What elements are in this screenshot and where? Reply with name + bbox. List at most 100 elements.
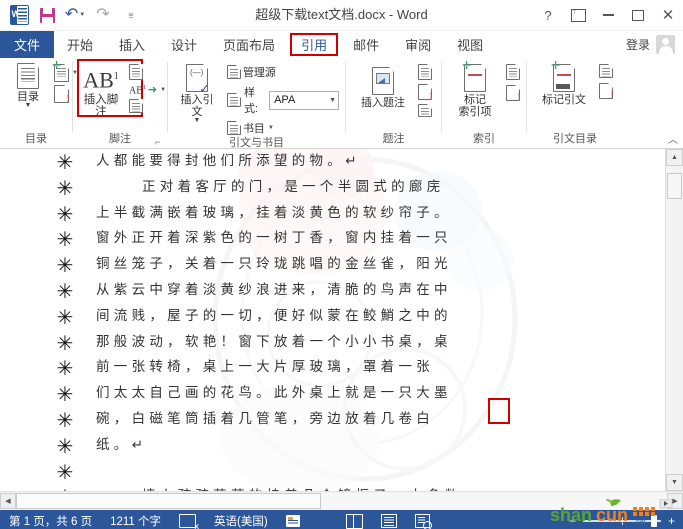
document-line[interactable]: 铜 丝 笼 子 ， 关 着 一 只 玲 珑 跳 唱 的 金 丝 雀 ， 阳 光 xyxy=(96,252,656,278)
document-line[interactable]: 上 半 截 满 嵌 着 玻 璃 ， 挂 着 淡 黄 色 的 软 纱 帘 子 。 xyxy=(96,201,656,227)
border-art-glyph: ✳ xyxy=(56,203,74,226)
ribbon-group-captions: 插入题注 ! 题注 xyxy=(346,58,441,148)
tab-1[interactable]: 插入 xyxy=(106,31,158,58)
tab-2[interactable]: 设计 xyxy=(158,31,210,58)
scroll-left-icon[interactable]: ◀ xyxy=(0,493,16,509)
horizontal-scrollbar[interactable]: ◀ ▶ xyxy=(0,491,683,510)
web-layout-icon[interactable] xyxy=(406,510,439,529)
document-line[interactable]: 前 一 张 转 椅 ， 桌 上 一 大 片 厚 玻 璃 ， 罩 着 一 张 xyxy=(96,355,656,381)
title-bar: W ↶▼ ↷ ⩸ 超级下载text文档.docx - Word ? ✕ xyxy=(0,0,683,31)
document-page[interactable]: ✳✳✳✳✳✳✳✳✳✳✳✳✳✳ 人 都 能 要 得 封 他 们 所 添 望 的 物… xyxy=(0,149,666,491)
horizontal-scroll-track[interactable] xyxy=(16,493,667,509)
cross-reference-button[interactable] xyxy=(416,103,434,118)
document-line[interactable]: 窗 外 正 开 着 深 紫 色 的 一 树 丁 香 ， 窗 内 挂 着 一 只 xyxy=(96,226,656,252)
insert-index-button[interactable] xyxy=(504,63,522,81)
document-text[interactable]: 人 都 能 要 得 封 他 们 所 添 望 的 物 。 ↵ 正 对 着 客 厅 的… xyxy=(96,149,656,491)
document-line[interactable]: 纸 。 ↵ xyxy=(96,433,656,459)
cross-reference-icon xyxy=(418,104,432,117)
zoom-control: − + xyxy=(561,514,683,528)
help-icon[interactable]: ? xyxy=(533,0,563,30)
sign-in-label: 登录 xyxy=(625,38,650,52)
word-count[interactable]: 1211 个字 xyxy=(101,510,170,529)
redo-icon[interactable]: ↷ xyxy=(90,2,116,28)
insert-toa-button[interactable] xyxy=(597,63,615,79)
vertical-scroll-thumb[interactable] xyxy=(667,173,682,199)
tab-0[interactable]: 开始 xyxy=(54,31,106,58)
close-icon[interactable]: ✕ xyxy=(653,0,683,30)
tab-label: 视图 xyxy=(457,38,484,53)
tab-6[interactable]: 审阅 xyxy=(392,31,444,58)
update-index-button[interactable]: ! xyxy=(504,84,522,103)
manage-sources-button[interactable]: 管理源 xyxy=(225,63,341,81)
collapse-ribbon-icon[interactable]: ︿ xyxy=(668,131,678,146)
vertical-scrollbar[interactable]: ▲ ▼ xyxy=(665,149,683,491)
ribbon-group-footnotes: AB1 插入脚注 AB1 ➜ ▼ 脚注 ⌐ xyxy=(73,58,167,148)
scroll-right-icon[interactable]: ▶ xyxy=(667,493,683,509)
table-of-contents-button[interactable]: 目录 ▼ xyxy=(4,61,52,111)
border-art-glyph: ✳ xyxy=(56,384,74,407)
citation-style-value: APA xyxy=(274,94,296,106)
document-line[interactable]: 那 般 波 动 ， 软 艳 ！ 窗 下 放 着 一 个 小 小 书 桌 ， 桌 xyxy=(96,330,656,356)
tab-label: 页面布局 xyxy=(223,38,276,53)
print-layout-icon[interactable] xyxy=(372,510,406,529)
tab-7[interactable]: 视图 xyxy=(444,31,496,58)
next-footnote-button[interactable]: AB1 ➜ ▼ xyxy=(127,82,168,97)
tab-file[interactable]: 文件 xyxy=(0,31,54,58)
ribbon-display-options-icon[interactable] xyxy=(563,0,593,30)
proofing-status-icon[interactable] xyxy=(170,510,205,529)
page-indicator[interactable]: 第 1 页，共 6 页 xyxy=(0,510,101,529)
word-app-icon[interactable]: W xyxy=(6,2,32,28)
footnotes-dialog-launcher-icon[interactable]: ⌐ xyxy=(155,138,164,147)
mark-citation-button[interactable]: ✛ 标记引文 xyxy=(531,61,597,108)
horizontal-scroll-thumb[interactable] xyxy=(16,493,321,509)
insert-citation-button[interactable]: (—) ✓ 插入引文 ▼ xyxy=(172,61,222,126)
active-tab-highlight xyxy=(290,33,339,56)
insert-table-of-figures-button[interactable] xyxy=(416,63,434,81)
zoom-slider[interactable] xyxy=(583,515,661,527)
chevron-down-icon: ▼ xyxy=(329,96,336,104)
tab-label: 审阅 xyxy=(405,38,432,53)
insert-endnote-button[interactable] xyxy=(127,63,168,81)
scroll-up-icon[interactable]: ▲ xyxy=(666,149,683,166)
bibliography-button[interactable]: 书目 ▼ xyxy=(225,119,341,137)
mark-entry-icon: ✛ xyxy=(462,61,486,92)
read-mode-icon[interactable] xyxy=(337,510,372,529)
show-notes-button[interactable] xyxy=(127,98,168,114)
zoom-out-button[interactable]: − xyxy=(567,514,578,528)
customize-qat-icon[interactable]: ⩸ xyxy=(118,2,144,28)
insert-footnote-button[interactable]: AB1 插入脚注 xyxy=(77,61,125,120)
minimize-icon[interactable] xyxy=(593,0,623,30)
sign-in-button[interactable]: 登录 xyxy=(626,31,683,58)
tab-3[interactable]: 页面布局 xyxy=(210,31,288,58)
citation-style-dropdown[interactable]: APA ▼ xyxy=(269,90,339,110)
document-line[interactable] xyxy=(96,459,656,485)
insert-caption-button[interactable]: 插入题注 xyxy=(350,61,416,111)
update-figures-button[interactable]: ! xyxy=(416,83,434,102)
zoom-in-button[interactable]: + xyxy=(666,514,677,528)
tab-4[interactable]: 引用 xyxy=(288,31,340,58)
mark-entry-button[interactable]: ✛ 标记 索引项 xyxy=(446,61,504,120)
chevron-down-icon: ▼ xyxy=(24,102,32,109)
insertion-point-marker xyxy=(488,398,510,424)
border-art-glyph: ✳ xyxy=(56,280,74,303)
scroll-down-icon[interactable]: ▼ xyxy=(666,474,683,491)
undo-icon[interactable]: ↶ ▼ xyxy=(62,2,88,28)
insert-index-icon xyxy=(506,64,520,80)
avatar[interactable] xyxy=(656,35,675,54)
tab-5[interactable]: 邮件 xyxy=(340,31,392,58)
save-icon[interactable] xyxy=(34,2,60,28)
document-line[interactable]: 墙 上 疏 疏 落 落 的 挂 着 几 个 镜 框 子 ， 大 多 数 xyxy=(96,484,656,491)
document-line[interactable]: 正 对 着 客 厅 的 门 ， 是 一 个 半 圆 式 的 廊 庑 xyxy=(96,175,656,201)
language-indicator[interactable]: 英语(美国) xyxy=(205,510,277,529)
zoom-slider-thumb[interactable] xyxy=(651,515,657,527)
endnote-icon xyxy=(129,64,143,80)
maximize-icon[interactable] xyxy=(623,0,653,30)
macro-record-icon[interactable] xyxy=(277,510,309,529)
update-toa-button[interactable]: ! xyxy=(597,82,615,101)
word-window: W ↶▼ ↷ ⩸ 超级下载text文档.docx - Word ? ✕ 文件 xyxy=(0,0,683,529)
document-line[interactable]: 们 太 太 自 己 画 的 花 鸟 。 此 外 桌 上 就 是 一 只 大 墨 xyxy=(96,381,656,407)
document-line[interactable]: 从 紫 云 中 穿 着 淡 黄 纱 浪 进 来 ， 清 脆 的 鸟 声 在 中 xyxy=(96,278,656,304)
document-line[interactable]: 人 都 能 要 得 封 他 们 所 添 望 的 物 。 ↵ xyxy=(96,149,656,175)
document-line[interactable]: 间 流 贱 ， 屋 子 的 一 切 ， 便 好 似 蒙 在 鲛 鮹 之 中 的 xyxy=(96,304,656,330)
document-line[interactable]: 碗 ， 白 磁 笔 筒 插 着 几 管 笔 ， 旁 边 放 着 几 卷 白 xyxy=(96,407,656,433)
